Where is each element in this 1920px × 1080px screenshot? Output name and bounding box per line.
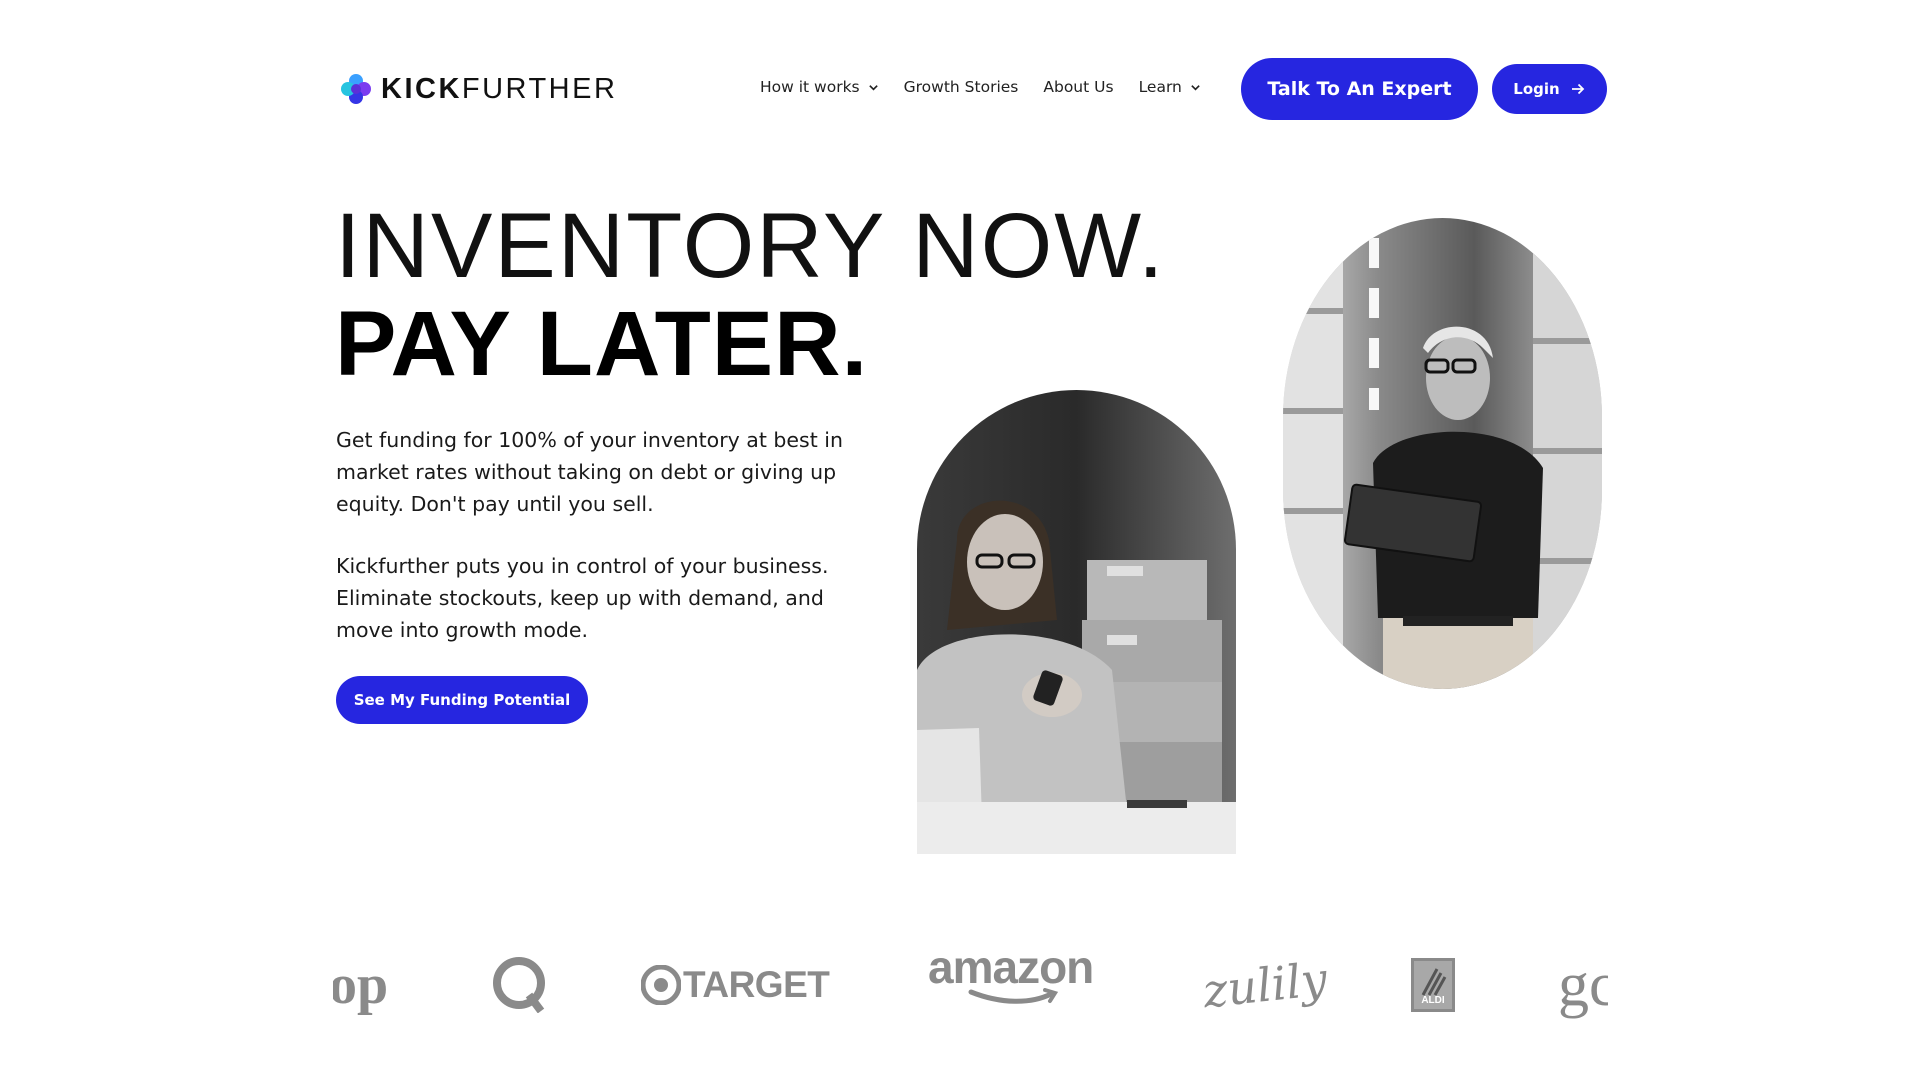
- button-label: Talk To An Expert: [1267, 78, 1452, 100]
- nav-growth-stories[interactable]: Growth Stories: [904, 78, 1019, 96]
- zulily-logo: zulily: [1200, 950, 1330, 1020]
- qvc-logo: QVC: [493, 950, 545, 1020]
- aldi-text: ALDI: [1421, 995, 1445, 1006]
- button-label: See My Funding Potential: [353, 691, 571, 709]
- partial-brand-text: op: [333, 954, 389, 1016]
- main-nav: How it works Growth Stories About Us Lea…: [760, 78, 1226, 96]
- target-bullseye-icon: [641, 965, 681, 1005]
- hero-headline-line1: INVENTORY NOW.: [335, 195, 1166, 297]
- chevron-down-icon: [1191, 84, 1200, 91]
- man-with-tablet-photo: [1283, 218, 1602, 689]
- partner-logo-strip: op QVC TARGET amazon zulily ALDI gc: [333, 950, 1608, 1020]
- aldi-stripes-icon: [1421, 968, 1447, 996]
- qvc-text: QVC: [509, 979, 529, 989]
- talk-to-expert-button[interactable]: Talk To An Expert: [1241, 58, 1478, 120]
- target-logo: TARGET: [641, 950, 830, 1020]
- see-funding-potential-button[interactable]: See My Funding Potential: [336, 676, 588, 724]
- button-label: Login: [1513, 80, 1560, 98]
- chevron-down-icon: [868, 84, 878, 91]
- partial-brand-text: gc: [1558, 951, 1608, 1019]
- amazon-logo: amazon: [928, 950, 1094, 1010]
- arrow-right-icon: [1571, 83, 1584, 95]
- nav-label: Learn: [1138, 78, 1182, 96]
- nav-label: About Us: [1043, 78, 1114, 96]
- partial-brand-logo-right: gc: [1558, 950, 1608, 1020]
- partial-brand-logo-left: op: [333, 950, 388, 1020]
- amazon-text: amazon: [928, 950, 1094, 993]
- woman-with-phone-photo: [917, 390, 1236, 854]
- logo-wordmark: KICKFURTHER: [381, 72, 618, 105]
- nav-how-it-works[interactable]: How it works: [760, 78, 879, 96]
- nav-label: How it works: [760, 78, 860, 96]
- login-button[interactable]: Login: [1492, 64, 1607, 114]
- hero-paragraph-1: Get funding for 100% of your inventory a…: [336, 428, 843, 516]
- target-text: TARGET: [683, 964, 830, 1005]
- kickfurther-flower-icon: [341, 74, 371, 104]
- nav-label: Growth Stories: [903, 78, 1019, 96]
- nav-learn[interactable]: Learn: [1139, 78, 1201, 96]
- hero-headline-line2: PAY LATER.: [335, 293, 869, 395]
- zulily-text: zulily: [1200, 951, 1330, 1019]
- nav-about-us[interactable]: About Us: [1043, 78, 1113, 96]
- kickfurther-logo[interactable]: KICKFURTHER: [339, 72, 617, 106]
- hero-paragraph-2: Kickfurther puts you in control of your …: [336, 554, 829, 642]
- amazon-smile-icon: [968, 988, 1058, 1004]
- aldi-logo: ALDI: [1411, 950, 1455, 1020]
